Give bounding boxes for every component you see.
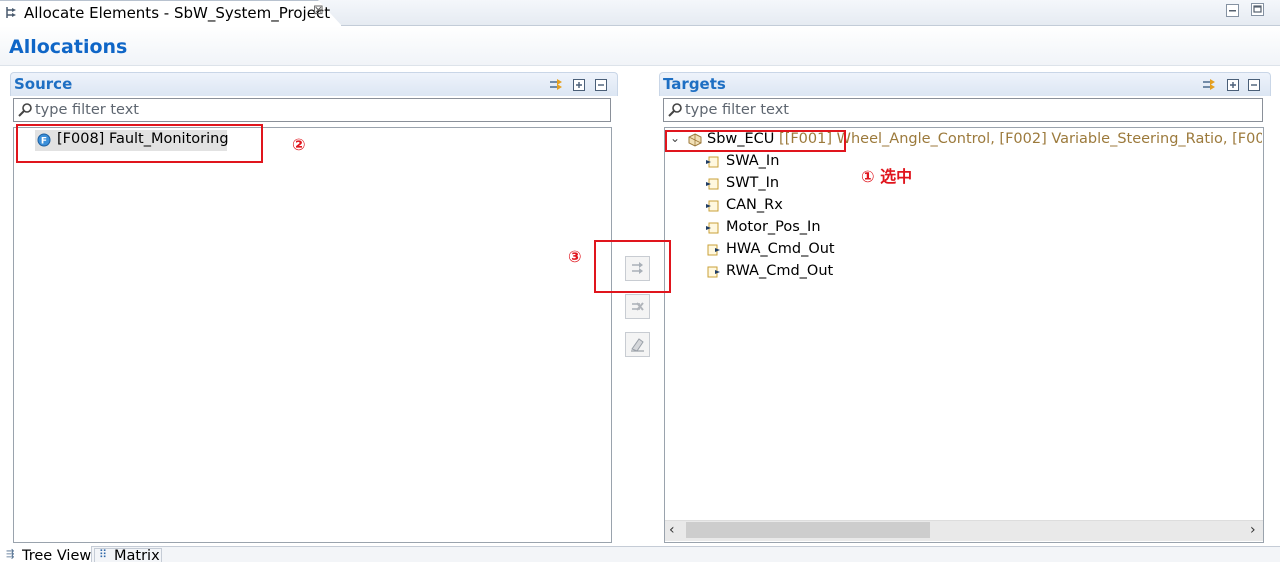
source-expand-all-icon[interactable] [572,78,586,92]
tab-tree-view-label[interactable]: Tree View [22,546,91,562]
remove-allocation-icon [632,302,644,311]
targets-root-allocations: [[F001] Wheel_Angle_Control, [F002] Vari… [779,131,1262,147]
page-title: Allocations [9,36,128,58]
annotation-label-1: ① 选中 [861,167,913,186]
targets-section-header [659,72,1271,96]
target-port-item[interactable]: SWA_In [726,153,779,169]
source-section-title: Source [14,75,73,93]
targets-sync-icon[interactable] [1202,78,1216,92]
bottom-tab-bar [0,546,1280,562]
source-filter-input[interactable] [35,100,595,120]
scroll-left-icon[interactable]: ‹ [669,522,675,538]
port-out-icon [707,244,720,256]
port-in-icon [706,178,719,190]
port-in-icon [706,222,719,234]
close-tab-icon[interactable]: ⊠ [313,3,324,18]
annotation-label-3: ③ [568,247,582,266]
scroll-right-icon[interactable]: › [1250,522,1256,538]
allocate-editor-icon [6,7,16,18]
port-out-icon [707,266,720,278]
target-port-item[interactable]: CAN_Rx [726,197,783,213]
targets-filter-input[interactable] [685,100,1245,120]
editor-tab-title: Allocate Elements - SbW_System_Project [24,4,331,22]
maximize-icon[interactable] [1251,3,1264,16]
source-sync-icon[interactable] [549,78,563,92]
annotation-box-3 [594,240,671,293]
form-header [0,26,1280,66]
deallocate-button[interactable] [625,294,650,319]
targets-section-title: Targets [663,75,726,93]
target-port-item[interactable]: RWA_Cmd_Out [726,263,833,279]
targets-expand-all-icon[interactable] [1226,78,1240,92]
minimize-icon[interactable] [1226,4,1239,17]
source-collapse-all-icon[interactable] [594,78,608,92]
eraser-icon [631,338,644,352]
tab-matrix-label[interactable]: Matrix [114,546,160,562]
port-in-icon [706,200,719,212]
source-section-header [10,72,618,96]
clear-button[interactable] [625,332,650,357]
target-port-item[interactable]: SWT_In [726,175,779,191]
target-port-item[interactable]: Motor_Pos_In [726,219,821,235]
source-tree[interactable] [13,127,612,543]
matrix-icon: ⠿ [99,548,108,561]
tree-view-icon: ⇶ [6,549,15,560]
targets-collapse-all-icon[interactable] [1247,78,1261,92]
scrollbar-thumb[interactable] [686,522,930,538]
port-in-icon [706,156,719,168]
target-port-item[interactable]: HWA_Cmd_Out [726,241,835,257]
search-icon [668,103,682,117]
search-icon [18,103,32,117]
annotation-box-1 [665,130,846,152]
annotation-box-2 [16,124,263,163]
annotation-label-2: ② [292,135,306,154]
